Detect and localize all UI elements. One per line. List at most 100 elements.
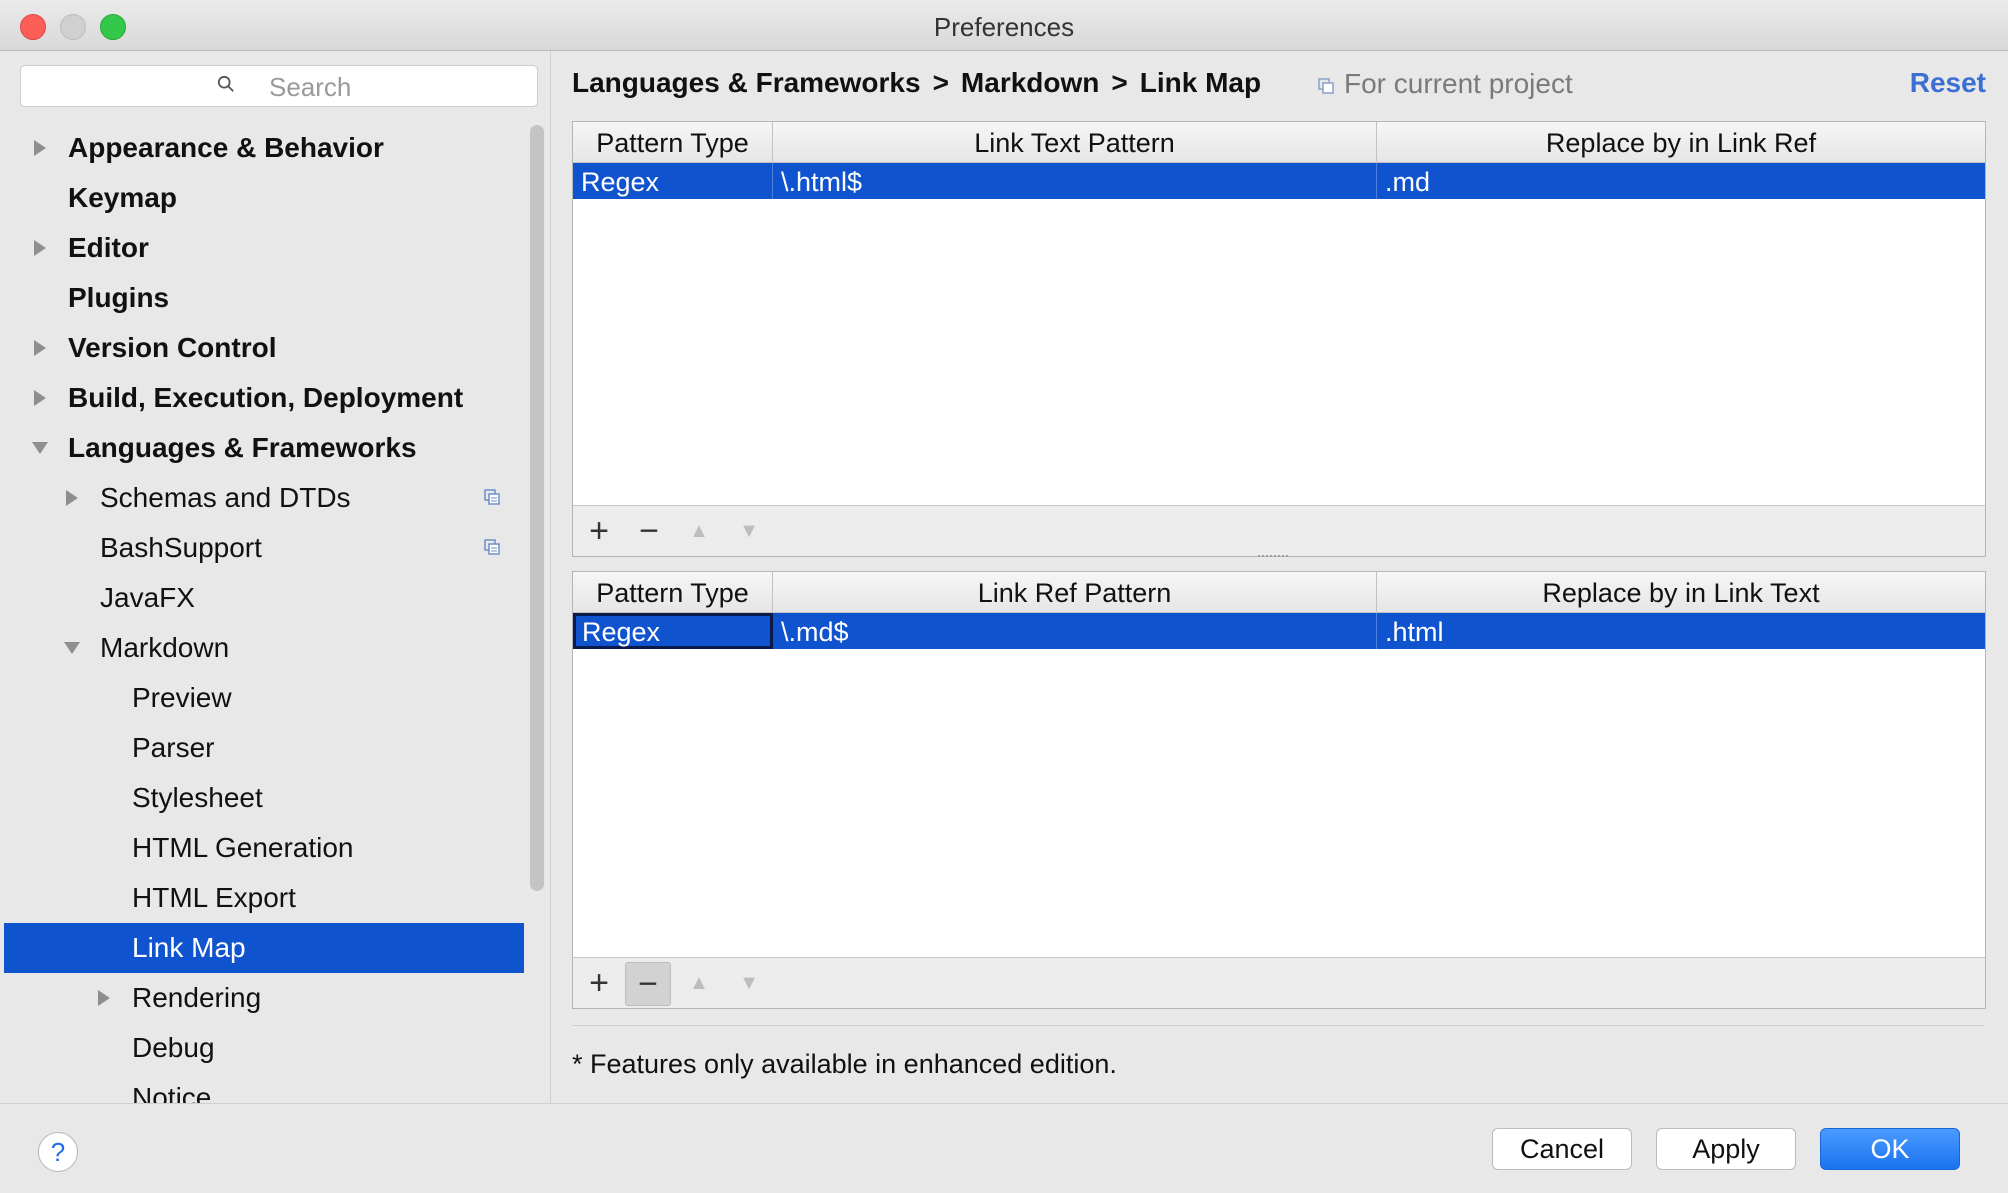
link-text-table: Pattern Type Link Text Pattern Replace b… — [572, 121, 1986, 557]
tree-item-label: Rendering — [132, 982, 262, 1013]
splitter-handle[interactable] — [1258, 555, 1288, 563]
search-input[interactable]: Search — [20, 65, 538, 107]
move-down-button[interactable]: ▼ — [727, 962, 771, 1004]
sidebar-scrollbar[interactable] — [530, 125, 544, 891]
tree-item-label: Keymap — [68, 182, 177, 213]
help-button[interactable]: ? — [38, 1132, 78, 1172]
expand-arrow-icon[interactable] — [66, 490, 78, 506]
divider — [572, 1025, 1984, 1026]
tree-item-label: Editor — [68, 232, 149, 263]
apply-button[interactable]: Apply — [1656, 1128, 1796, 1170]
link-ref-table: Pattern Type Link Ref Pattern Replace by… — [572, 571, 1986, 1009]
sidebar-item-debug[interactable]: Debug — [4, 1023, 524, 1073]
sidebar-item-parser[interactable]: Parser — [4, 723, 524, 773]
table-toolbar: + − ▲ ▼ — [573, 957, 1985, 1008]
tree-item-label: HTML Export — [132, 882, 296, 913]
column-header-pattern-type[interactable]: Pattern Type — [573, 122, 773, 162]
collapse-arrow-icon[interactable] — [32, 442, 48, 454]
expand-arrow-icon[interactable] — [34, 140, 46, 156]
table-toolbar: + − ▲ ▼ — [573, 505, 1985, 556]
expand-arrow-icon[interactable] — [34, 240, 46, 256]
move-up-button[interactable]: ▲ — [677, 962, 721, 1004]
sidebar-item-build-execution-deployment[interactable]: Build, Execution, Deployment — [4, 373, 524, 423]
table-cell[interactable]: .md — [1377, 163, 1985, 199]
column-header-replace-link-ref[interactable]: Replace by in Link Ref — [1377, 122, 1985, 162]
tree-item-label: Schemas and DTDs — [100, 482, 351, 513]
move-up-button[interactable]: ▲ — [677, 510, 721, 552]
sidebar-item-link-map[interactable]: Link Map — [4, 923, 524, 973]
sidebar-item-schemas-dtds[interactable]: Schemas and DTDs — [4, 473, 524, 523]
tree-item-label: Languages & Frameworks — [68, 432, 417, 463]
breadcrumb-separator: > — [1111, 67, 1128, 98]
tree-item-label: Link Map — [132, 932, 246, 963]
search-placeholder: Search — [269, 72, 352, 102]
dialog-footer: ? Cancel Apply OK — [0, 1103, 2008, 1193]
tree-item-label: Appearance & Behavior — [68, 132, 384, 163]
table-row[interactable]: Regex \.html$ .md — [573, 163, 1985, 199]
enhanced-edition-note: * Features only available in enhanced ed… — [572, 1049, 1117, 1079]
tree-item-label: Preview — [132, 682, 232, 713]
sidebar-item-plugins[interactable]: Plugins — [4, 273, 524, 323]
expand-arrow-icon[interactable] — [34, 390, 46, 406]
breadcrumb-item: Languages & Frameworks — [572, 67, 921, 98]
column-header-pattern-type[interactable]: Pattern Type — [573, 572, 773, 612]
sidebar-item-languages-frameworks[interactable]: Languages & Frameworks — [4, 423, 524, 473]
project-scope-icon — [484, 539, 500, 555]
sidebar-item-html-export[interactable]: HTML Export — [4, 873, 524, 923]
project-scope-icon — [1318, 77, 1334, 94]
sidebar-item-notice[interactable]: Notice — [4, 1073, 524, 1103]
sidebar-item-html-generation[interactable]: HTML Generation — [4, 823, 524, 873]
sidebar-item-stylesheet[interactable]: Stylesheet — [4, 773, 524, 823]
column-header-link-text-pattern[interactable]: Link Text Pattern — [773, 122, 1377, 162]
table-cell[interactable]: \.md$ — [773, 613, 1377, 649]
remove-row-button[interactable]: − — [625, 962, 671, 1006]
settings-tree: Appearance & Behavior Keymap Editor Plug… — [4, 123, 524, 1103]
window-title: Preferences — [933, 12, 1075, 42]
ok-button[interactable]: OK — [1820, 1128, 1960, 1170]
sidebar-item-markdown[interactable]: Markdown — [4, 623, 524, 673]
tree-item-label: Stylesheet — [132, 782, 263, 813]
tree-item-label: Markdown — [100, 632, 230, 663]
table-header: Pattern Type Link Ref Pattern Replace by… — [573, 572, 1985, 613]
sidebar-item-bashsupport[interactable]: BashSupport — [4, 523, 524, 573]
sidebar-item-editor[interactable]: Editor — [4, 223, 524, 273]
scope-indicator: For current project — [1318, 68, 1573, 100]
sidebar-item-rendering[interactable]: Rendering — [4, 973, 524, 1023]
table-row[interactable]: Regex \.md$ .html — [573, 613, 1985, 649]
tree-item-label: JavaFX — [100, 582, 195, 613]
table-cell[interactable]: \.html$ — [773, 163, 1377, 199]
sidebar-item-javafx[interactable]: JavaFX — [4, 573, 524, 623]
reset-link[interactable]: Reset — [1910, 67, 1986, 99]
table-cell[interactable]: .html — [1377, 613, 1985, 649]
breadcrumb-item: Markdown — [960, 67, 1100, 98]
expand-arrow-icon[interactable] — [98, 990, 110, 1006]
tree-item-label: Plugins — [68, 282, 170, 313]
project-scope-icon — [484, 489, 500, 505]
tree-item-label: BashSupport — [100, 532, 262, 563]
add-row-button[interactable]: + — [577, 962, 621, 1004]
expand-arrow-icon[interactable] — [34, 340, 46, 356]
sidebar-item-keymap[interactable]: Keymap — [4, 173, 524, 223]
table-cell[interactable]: Regex — [573, 163, 773, 199]
table-header: Pattern Type Link Text Pattern Replace b… — [573, 122, 1985, 163]
settings-content: Languages & Frameworks > Markdown > Link Map… — [552, 51, 2008, 1103]
breadcrumb-item: Link Map — [1139, 67, 1262, 98]
search-icon — [217, 75, 234, 92]
table-cell[interactable]: Regex — [573, 613, 773, 649]
cancel-button[interactable]: Cancel — [1492, 1128, 1632, 1170]
column-header-link-ref-pattern[interactable]: Link Ref Pattern — [773, 572, 1377, 612]
sidebar-item-appearance-behavior[interactable]: Appearance & Behavior — [4, 123, 524, 173]
sidebar-item-preview[interactable]: Preview — [4, 673, 524, 723]
tree-item-label: Notice — [132, 1082, 212, 1103]
breadcrumb-separator: > — [932, 67, 949, 98]
tree-item-label: HTML Generation — [132, 832, 354, 863]
move-down-button[interactable]: ▼ — [727, 510, 771, 552]
column-header-replace-link-text[interactable]: Replace by in Link Text — [1377, 572, 1985, 612]
add-row-button[interactable]: + — [577, 510, 621, 552]
breadcrumb: Languages & Frameworks > Markdown > Link Map — [572, 67, 1261, 99]
collapse-arrow-icon[interactable] — [64, 642, 80, 654]
tree-item-label: Parser — [132, 732, 215, 763]
scope-label: For current project — [1344, 68, 1573, 99]
remove-row-button[interactable]: − — [627, 510, 671, 552]
sidebar-item-version-control[interactable]: Version Control — [4, 323, 524, 373]
